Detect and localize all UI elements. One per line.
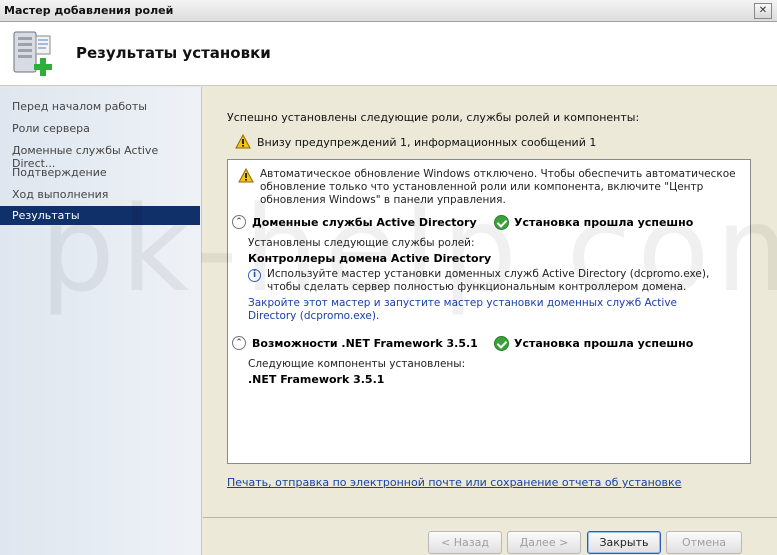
back-button[interactable]: < Назад [428, 531, 502, 554]
installed-components-label: Следующие компоненты установлены: [248, 358, 466, 370]
info-icon: i [248, 269, 261, 282]
collapse-icon[interactable]: ⌃ [232, 336, 246, 350]
warnings-text: Внизу предупреждений 1, информационных с… [257, 136, 597, 149]
update-warning-note: Автоматическое обновление Windows отключ… [260, 168, 736, 206]
window-title: Мастер добавления ролей [4, 4, 174, 17]
section-title: Возможности .NET Framework 3.5.1 [252, 337, 478, 350]
section-net-framework: ⌃ Возможности .NET Framework 3.5.1 Устан… [232, 336, 742, 352]
run-dcpromo-link[interactable]: Закройте этот мастер и запустите мастер … [248, 297, 718, 323]
installed-component-item: .NET Framework 3.5.1 [248, 373, 385, 386]
collapse-icon[interactable]: ⌃ [232, 215, 246, 229]
button-separator [203, 517, 777, 518]
step-progress[interactable]: Ход выполнения [0, 185, 200, 204]
success-check-icon [494, 336, 509, 351]
installed-services-label: Установлены следующие службы ролей: [248, 237, 475, 249]
summary-text: Успешно установлены следующие роли, служ… [227, 111, 640, 124]
wizard-header: Результаты установки [0, 22, 777, 86]
title-bar: Мастер добавления ролей ✕ [0, 0, 777, 22]
close-button[interactable]: Закрыть [587, 531, 661, 554]
step-server-roles[interactable]: Роли сервера [0, 119, 200, 138]
status-text: Установка прошла успешно [514, 216, 694, 229]
warning-icon [238, 168, 254, 183]
warnings-summary: Внизу предупреждений 1, информационных с… [235, 133, 596, 152]
step-ad-domain-services[interactable]: Доменные службы Active Direct... [0, 141, 200, 170]
status-text: Установка прошла успешно [514, 337, 694, 350]
server-role-add-icon [13, 31, 52, 76]
warning-icon [235, 133, 251, 149]
step-before-you-begin[interactable]: Перед началом работы [0, 97, 200, 116]
cancel-button[interactable]: Отмена [666, 531, 742, 554]
next-button[interactable]: Далее > [507, 531, 581, 554]
step-results[interactable]: Результаты [0, 206, 200, 225]
section-title: Доменные службы Active Directory [252, 216, 477, 229]
info-text: Используйте мастер установки доменных сл… [267, 268, 710, 293]
wizard-steps-sidebar: Перед началом работы Роли сервера Доменн… [0, 87, 202, 555]
main-panel: Успешно установлены следующие роли, служ… [203, 87, 777, 517]
window-close-button[interactable]: ✕ [754, 3, 772, 19]
installed-service-item: Контроллеры домена Active Directory [248, 252, 492, 265]
section-ad-ds: ⌃ Доменные службы Active Directory Устан… [232, 215, 742, 231]
step-confirmation[interactable]: Подтверждение [0, 163, 200, 182]
print-email-save-report-link[interactable]: Печать, отправка по электронной почте ил… [227, 476, 681, 489]
results-list[interactable]: Автоматическое обновление Windows отключ… [227, 159, 751, 464]
success-check-icon [494, 215, 509, 230]
page-title: Результаты установки [76, 44, 271, 62]
